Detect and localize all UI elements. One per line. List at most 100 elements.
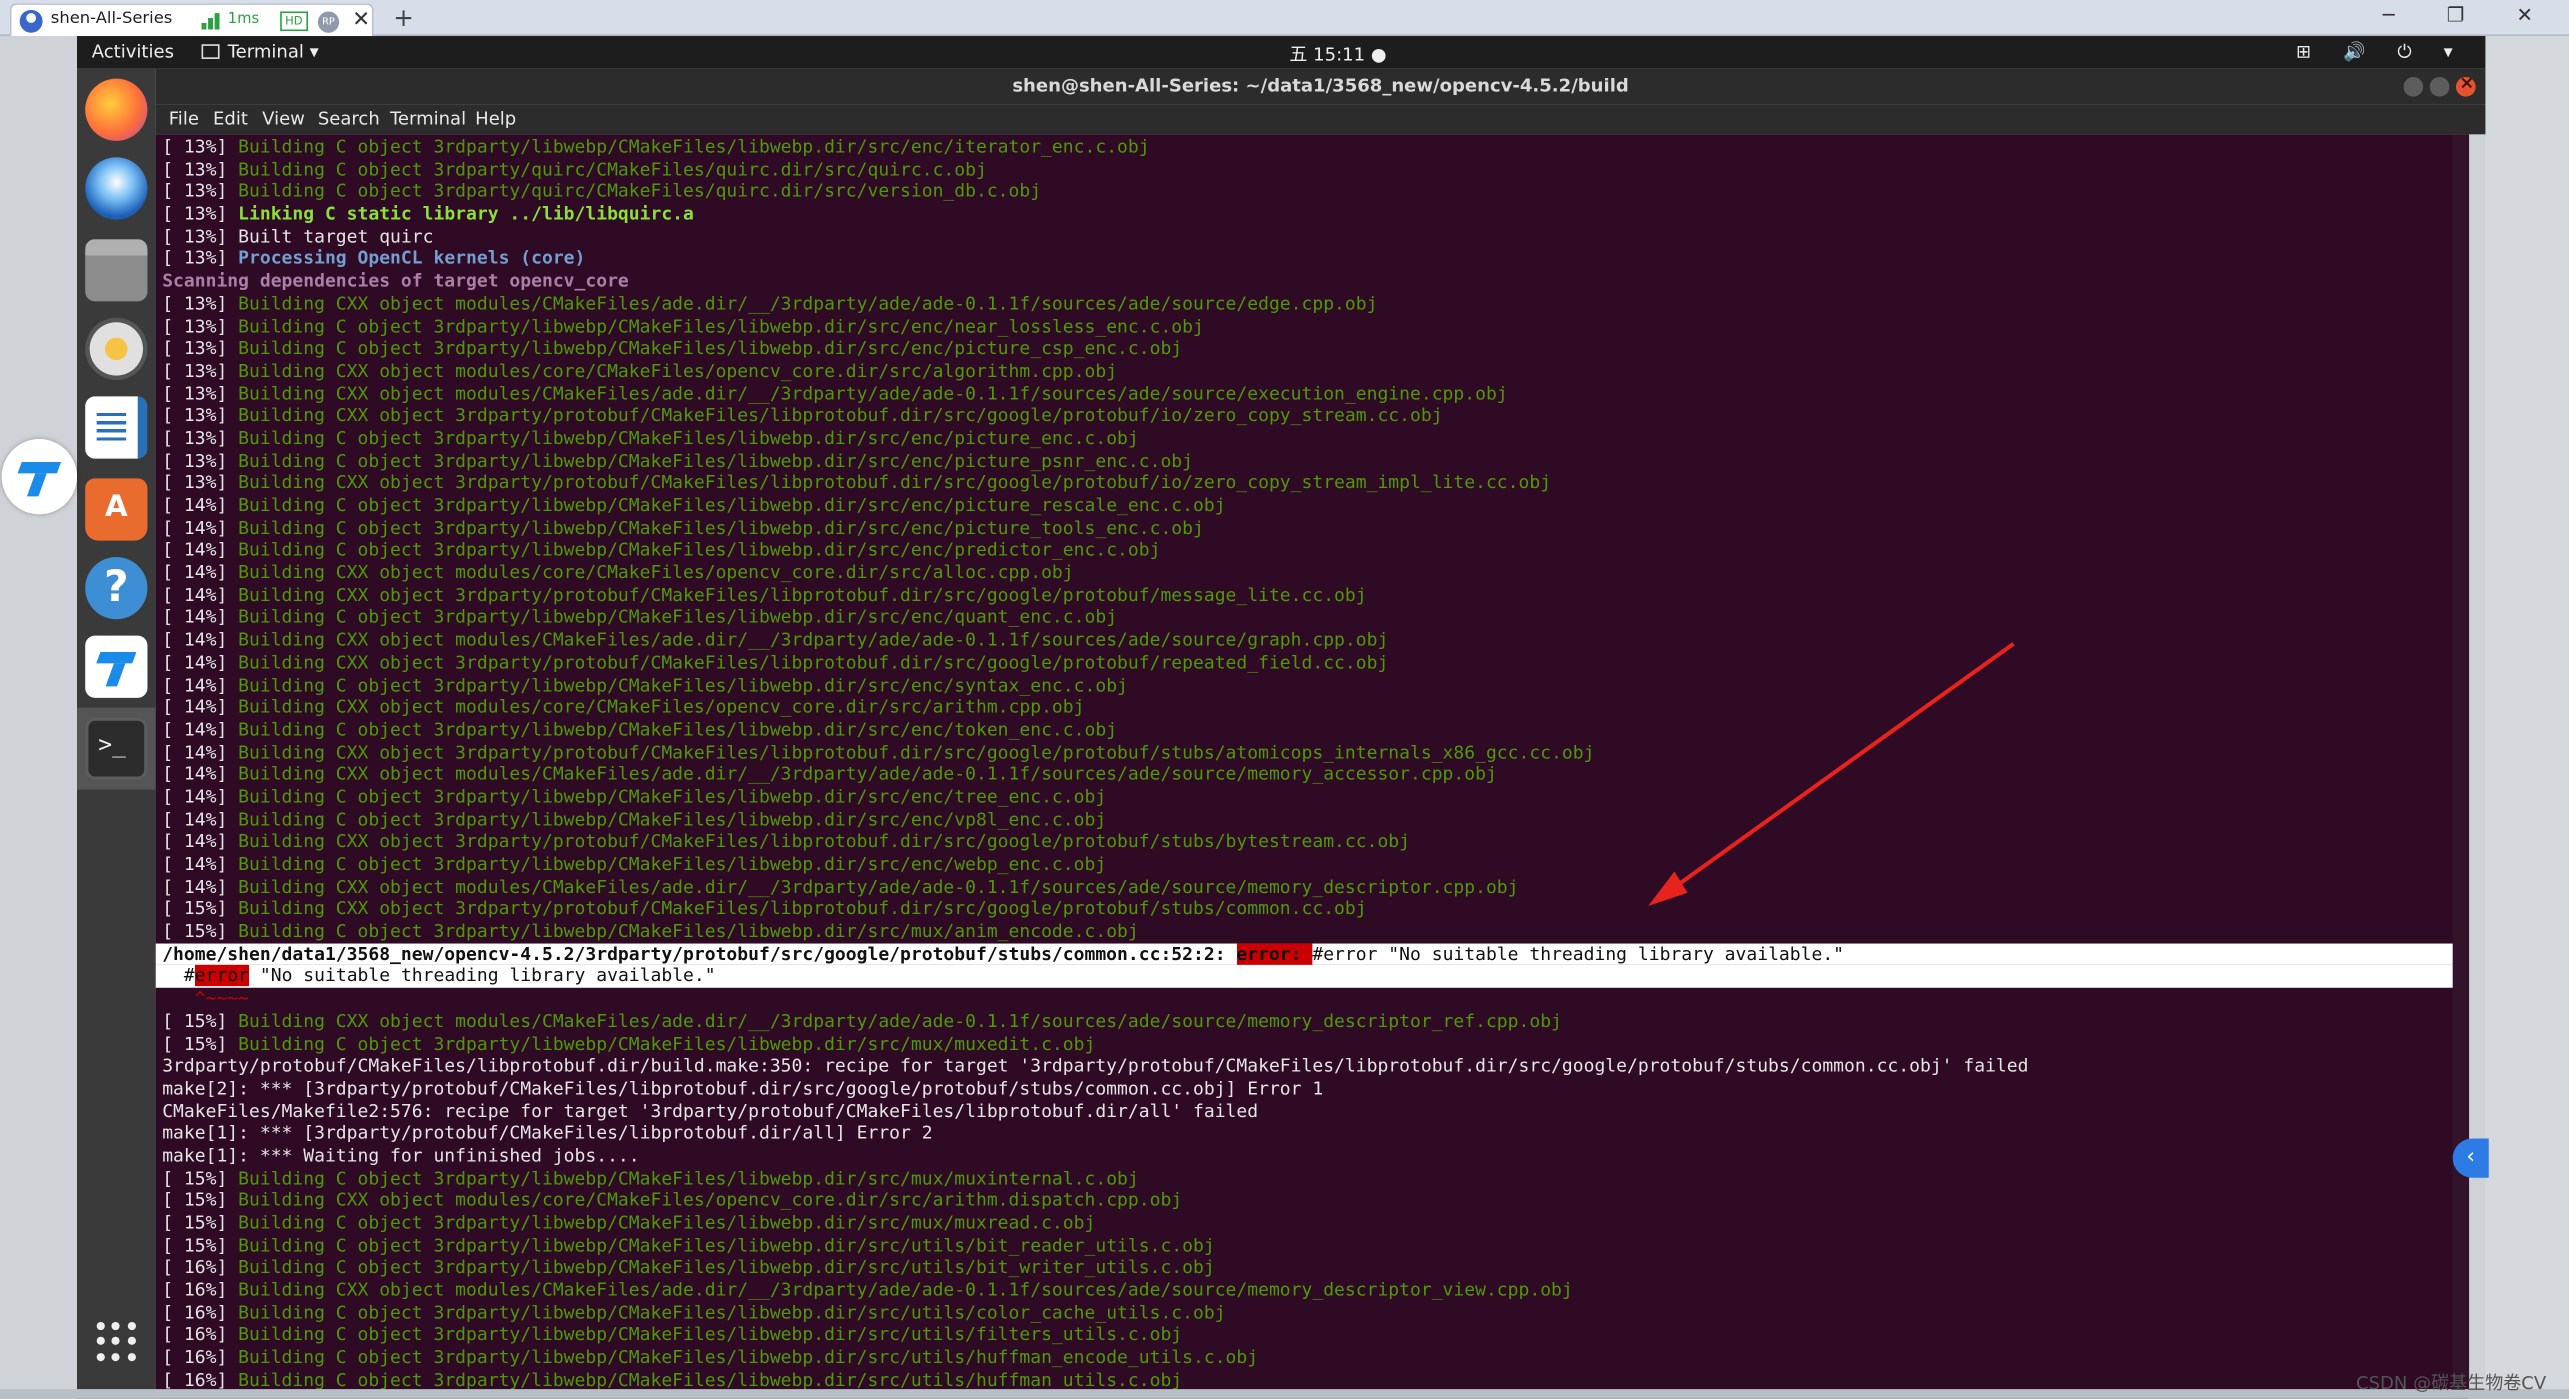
terminal-line: [ 13%] Building CXX object modules/core/…	[162, 360, 2462, 382]
progress-prefix: [ 14%]	[162, 718, 239, 741]
host-bottom-strip	[0, 1389, 2569, 1399]
progress-prefix: [ 16%]	[162, 1301, 239, 1324]
window-title-bar[interactable]: shen@shen-All-Series: ~/data1/3568_new/o…	[155, 68, 2486, 105]
line-text: Building CXX object modules/core/CMakeFi…	[238, 561, 1074, 584]
menu-file[interactable]: File	[169, 108, 199, 129]
progress-prefix: [ 15%]	[162, 1167, 239, 1189]
progress-prefix: [ 15%]	[162, 1189, 239, 1212]
progress-prefix: [ 15%]	[162, 1010, 239, 1032]
line-text: Building CXX object 3rdparty/protobuf/CM…	[238, 898, 1367, 920]
line-text: Processing OpenCL kernels (core)	[238, 248, 586, 270]
terminal-line: [ 13%] Building CXX object 3rdparty/prot…	[162, 405, 2462, 427]
terminal-line: [ 14%] Building CXX object modules/core/…	[162, 562, 2462, 584]
line-text: Built target quirc	[238, 225, 434, 247]
menu-terminal[interactable]: Terminal	[390, 108, 466, 129]
progress-prefix: [ 13%]	[162, 360, 239, 382]
rp-badge[interactable]: RP	[317, 11, 340, 33]
progress-prefix: [ 14%]	[162, 741, 239, 763]
hd-badge[interactable]: HD	[280, 11, 308, 32]
todesk-icon[interactable]	[85, 635, 148, 698]
menu-edit[interactable]: Edit	[213, 108, 248, 129]
collapse-panel-button[interactable]: ‹	[2452, 1138, 2489, 1178]
show-apps-icon[interactable]	[96, 1321, 136, 1361]
line-text: Scanning dependencies of target opencv_c…	[162, 270, 629, 292]
terminal-line: [ 14%] Building CXX object 3rdparty/prot…	[162, 652, 2462, 674]
latency-readout: 1ms	[227, 11, 260, 28]
firefox-icon[interactable]	[85, 78, 148, 141]
files-icon[interactable]	[85, 239, 148, 302]
line-text: Building CXX object modules/CMakeFiles/a…	[238, 629, 1389, 651]
progress-prefix: [ 14%]	[162, 651, 239, 673]
terminal-line: [ 14%] Building C object 3rdparty/libweb…	[162, 607, 2462, 629]
progress-prefix: [ 13%]	[162, 292, 239, 315]
error-source-indent: #	[162, 965, 195, 987]
line-text: Building C object 3rdparty/libwebp/CMake…	[238, 517, 1204, 539]
line-text: Building C object 3rdparty/libwebp/CMake…	[238, 427, 1139, 449]
host-right-margin	[2485, 36, 2569, 1399]
close-tab-icon[interactable]: ✕	[352, 8, 370, 33]
progress-prefix: [ 13%]	[162, 472, 239, 494]
progress-prefix: [ 14%]	[162, 494, 239, 517]
new-tab-button[interactable]: +	[393, 3, 414, 32]
host-window-controls[interactable]: ─ ❐ ✕	[2383, 3, 2556, 26]
maximize-icon[interactable]	[2429, 76, 2450, 97]
host-tab[interactable]: shen-All-Series 1ms HD RP ✕	[9, 3, 374, 37]
line-text: Building C object 3rdparty/libwebp/CMake…	[238, 1257, 1215, 1279]
clock[interactable]: 五 15:11 ●	[1289, 41, 1386, 67]
terminal-scrollbar[interactable]	[2452, 134, 2470, 1399]
rhythmbox-icon[interactable]	[85, 317, 148, 381]
line-text: Building C object 3rdparty/libwebp/CMake…	[238, 494, 1226, 517]
line-text: Building C object 3rdparty/libwebp/CMake…	[238, 786, 1107, 808]
error-tag: error:	[1236, 943, 1313, 965]
software-icon[interactable]	[85, 478, 148, 541]
line-text: Building C object 3rdparty/libwebp/CMake…	[238, 1234, 1215, 1256]
progress-prefix: [ 13%]	[162, 315, 239, 337]
system-tray[interactable]: ⊞ 🔊 ⏻ ▾	[2296, 41, 2466, 64]
progress-prefix: [ 14%]	[162, 539, 239, 561]
line-text: Building C object 3rdparty/quirc/CMakeFi…	[238, 158, 987, 180]
progress-prefix: [ 13%]	[162, 203, 239, 225]
host-tab-bar: shen-All-Series 1ms HD RP ✕ + ─ ❐ ✕	[0, 0, 2569, 37]
progress-prefix: [ 16%]	[162, 1346, 239, 1369]
terminal-line: [ 15%] Building CXX object modules/core/…	[162, 1190, 2462, 1212]
menu-search[interactable]: Search	[318, 108, 380, 129]
terminal-line: [ 14%] Building C object 3rdparty/libweb…	[162, 495, 2462, 517]
line-text: CMakeFiles/Makefile2:576: recipe for tar…	[162, 1100, 1259, 1122]
line-text: Building C object 3rdparty/libwebp/CMake…	[238, 337, 1183, 360]
app-menu[interactable]: Terminal ▾	[201, 41, 319, 62]
progress-prefix: [ 14%]	[162, 517, 239, 539]
progress-prefix: [ 16%]	[162, 1324, 239, 1346]
user-avatar-icon	[19, 9, 43, 33]
remote-desk-float-icon[interactable]	[1, 439, 78, 515]
line-text: Building C object 3rdparty/libwebp/CMake…	[238, 853, 1107, 875]
close-window-icon[interactable]	[2455, 72, 2476, 97]
terminal-line: [ 14%] Building C object 3rdparty/libweb…	[162, 540, 2462, 562]
line-text: Building C object 3rdparty/libwebp/CMake…	[238, 808, 1107, 830]
activities-button[interactable]: Activities	[92, 41, 174, 62]
line-text: Building C object 3rdparty/libwebp/CMake…	[238, 449, 1194, 472]
writer-icon[interactable]	[85, 396, 148, 459]
error-message: #error "No suitable threading library av…	[1312, 943, 1845, 965]
terminal-line: [ 14%] Building CXX object modules/CMake…	[162, 876, 2462, 898]
help-icon[interactable]: ?	[85, 556, 148, 620]
menu-help[interactable]: Help	[475, 108, 516, 129]
line-text: Building CXX object modules/core/CMakeFi…	[238, 1189, 1183, 1212]
terminal-line: [ 13%] Building C object 3rdparty/libweb…	[162, 338, 2462, 360]
terminal-output[interactable]: [ 13%] Building C object 3rdparty/libweb…	[155, 134, 2470, 1399]
terminal-line: [ 14%] Building CXX object 3rdparty/prot…	[162, 831, 2462, 853]
error-caret: ^~~~~	[162, 987, 250, 1010]
line-text: Building CXX object modules/core/CMakeFi…	[238, 360, 1118, 382]
progress-prefix: [ 16%]	[162, 1279, 239, 1301]
menu-view[interactable]: View	[262, 108, 305, 129]
line-text: Building C object 3rdparty/libwebp/CMake…	[238, 1346, 1259, 1369]
error-source-line: #error "No suitable threading library av…	[155, 965, 2463, 988]
minimize-icon[interactable]	[2403, 76, 2424, 97]
progress-prefix: [ 16%]	[162, 1257, 239, 1279]
terminal-line: [ 16%] Building C object 3rdparty/libweb…	[162, 1347, 2462, 1369]
terminal-icon[interactable]	[85, 717, 148, 780]
line-text: Building C object 3rdparty/libwebp/CMake…	[238, 1369, 1183, 1391]
terminal-line: [ 15%] Building C object 3rdparty/libweb…	[162, 921, 2462, 943]
progress-prefix: [ 15%]	[162, 1212, 239, 1234]
thunderbird-icon[interactable]	[85, 157, 148, 220]
terminal-line: [ 16%] Building CXX object modules/CMake…	[162, 1279, 2462, 1301]
